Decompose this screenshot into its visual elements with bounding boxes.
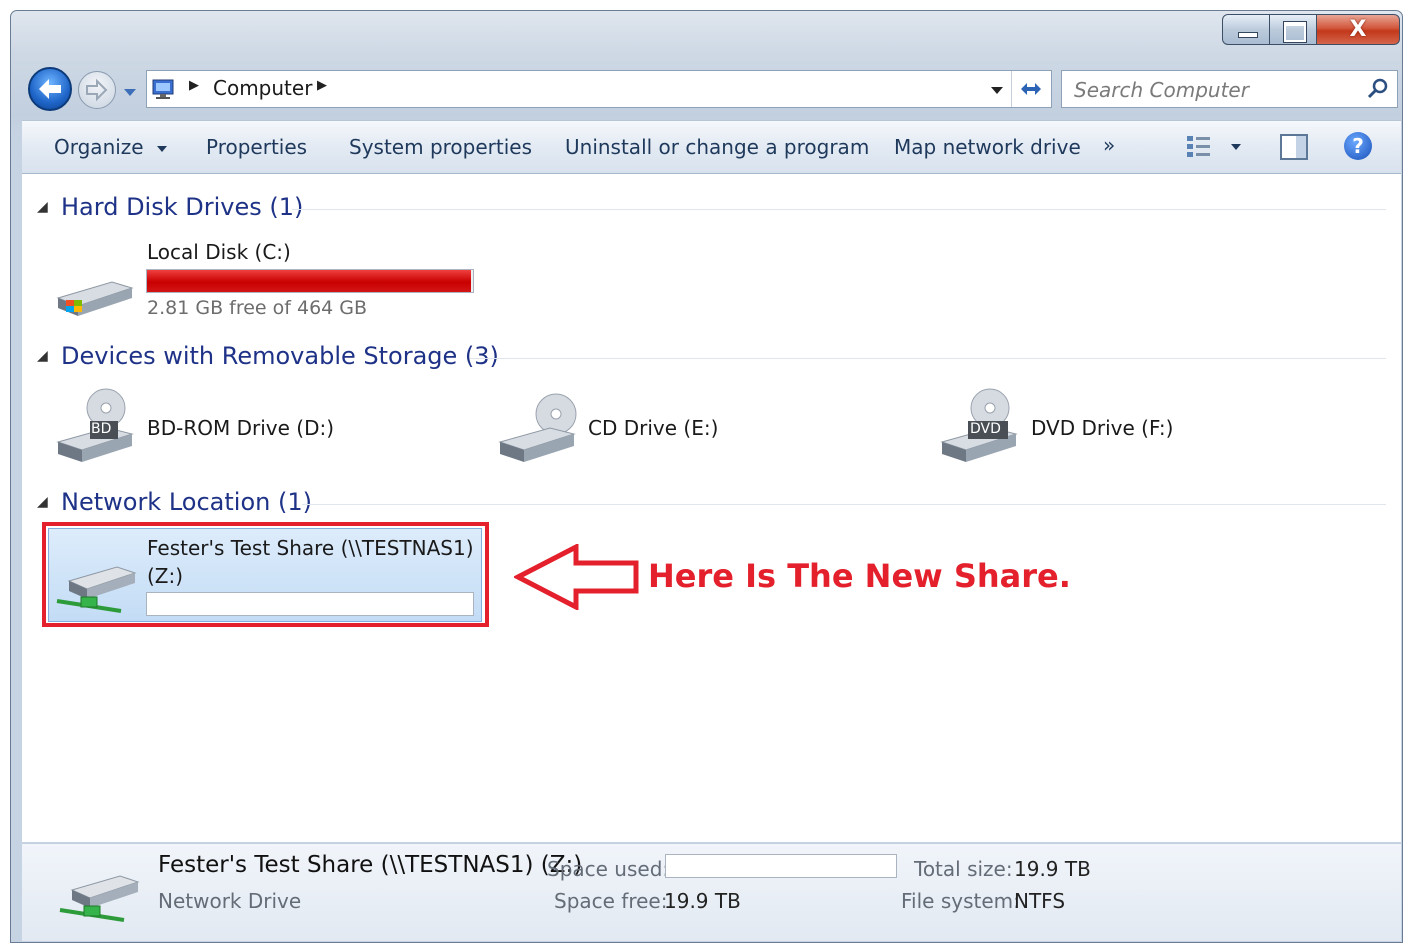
back-button[interactable] <box>28 67 72 111</box>
drive-item-dvd-f[interactable]: DVD DVD Drive (F:) <box>936 388 1336 468</box>
refresh-icon <box>1021 83 1041 95</box>
minimize-button[interactable] <box>1222 14 1270 45</box>
map-network-drive-button[interactable]: Map network drive <box>894 135 1081 159</box>
drive-badge: DVD <box>970 421 1001 437</box>
preview-pane-icon <box>1296 136 1306 158</box>
drive-item-cd-e[interactable]: CD Drive (E:) <box>494 388 894 468</box>
close-icon: X <box>1349 17 1367 42</box>
collapse-hard-disk-icon[interactable]: ◢ <box>37 199 48 215</box>
chevron-down-icon <box>124 89 136 96</box>
system-properties-button[interactable]: System properties <box>349 135 532 159</box>
search-icon <box>1367 78 1388 99</box>
space-used-bar <box>665 854 897 878</box>
chevron-down-icon <box>156 146 167 152</box>
network-drive-icon <box>59 875 140 922</box>
breadcrumb-separator-icon[interactable]: ▶ <box>189 78 199 93</box>
search-box[interactable]: Search Computer <box>1061 70 1398 108</box>
details-title: Fester's Test Share (\\TESTNAS1) (Z:) <box>158 852 583 878</box>
hard-drive-icon <box>56 281 134 316</box>
space-free-value: 19.9 TB <box>664 889 741 913</box>
file-system-label: File system: <box>901 889 1020 913</box>
breadcrumb-computer[interactable]: Computer <box>213 76 312 100</box>
free-space-text: 2.81 GB free of 464 GB <box>147 297 368 319</box>
organize-menu[interactable]: Organize <box>54 135 168 159</box>
group-divider <box>470 358 1386 359</box>
group-header-network[interactable]: Network Location (1) <box>61 488 312 516</box>
back-arrow-icon <box>39 79 61 99</box>
divider <box>1011 71 1012 107</box>
drive-label: BD-ROM Drive (D:) <box>147 416 335 440</box>
organize-label: Organize <box>54 135 144 159</box>
search-input[interactable]: Search Computer <box>1074 78 1249 102</box>
annotation-callout: Here Is The New Share. <box>648 557 1071 595</box>
group-divider <box>292 209 1386 210</box>
address-history-dropdown[interactable] <box>989 82 1005 101</box>
refresh-button[interactable] <box>1017 77 1045 105</box>
collapse-network-icon[interactable]: ◢ <box>37 494 48 510</box>
total-size-label: Total size: <box>914 857 1013 881</box>
close-button[interactable]: X <box>1316 14 1400 45</box>
disk-usage-bar <box>146 269 474 293</box>
disk-usage-fill <box>147 270 471 292</box>
help-button[interactable]: ? <box>1344 132 1372 160</box>
computer-icon <box>152 79 174 99</box>
properties-button[interactable]: Properties <box>206 135 307 159</box>
drive-label: CD Drive (E:) <box>588 416 719 440</box>
left-arrow-icon <box>514 544 639 610</box>
highlight-box <box>42 522 489 627</box>
drive-badge: BD <box>91 421 112 437</box>
total-size-value: 19.9 TB <box>1014 857 1091 881</box>
drive-item-local-disk-c[interactable]: Local Disk (C:) 2.81 GB free of 464 GB <box>52 236 492 328</box>
file-system-value: NTFS <box>1014 889 1066 913</box>
maximize-button[interactable] <box>1269 14 1317 45</box>
space-free-label: Space free: <box>554 889 668 913</box>
collapse-removable-icon[interactable]: ◢ <box>37 348 48 364</box>
change-view-button[interactable] <box>1185 134 1249 164</box>
group-header-removable[interactable]: Devices with Removable Storage (3) <box>61 342 499 370</box>
address-bar[interactable]: ▶ Computer ▶ <box>146 70 1052 108</box>
maximize-icon <box>1283 21 1307 43</box>
chevron-down-icon <box>991 87 1003 94</box>
cd-drive-icon <box>498 393 577 462</box>
space-used-label: Space used: <box>547 857 670 881</box>
uninstall-program-button[interactable]: Uninstall or change a program <box>565 135 869 159</box>
help-icon: ? <box>1352 134 1364 158</box>
group-header-hard-disk[interactable]: Hard Disk Drives (1) <box>61 193 303 221</box>
breadcrumb-chevron-icon[interactable]: ▶ <box>317 78 327 93</box>
recent-pages-dropdown[interactable] <box>122 84 138 103</box>
minimize-icon <box>1238 32 1258 38</box>
forward-button[interactable] <box>78 71 116 109</box>
forward-arrow-icon <box>86 78 108 102</box>
view-options-icon <box>1187 136 1241 157</box>
preview-pane-button[interactable] <box>1280 134 1308 160</box>
drive-item-bd-rom-d[interactable]: BD BD-ROM Drive (D:) <box>52 388 452 468</box>
drive-label: DVD Drive (F:) <box>1031 416 1174 440</box>
group-divider <box>302 504 1386 505</box>
details-type: Network Drive <box>158 889 302 913</box>
drive-label: Local Disk (C:) <box>147 240 291 264</box>
more-commands-button[interactable]: » <box>1103 133 1115 157</box>
